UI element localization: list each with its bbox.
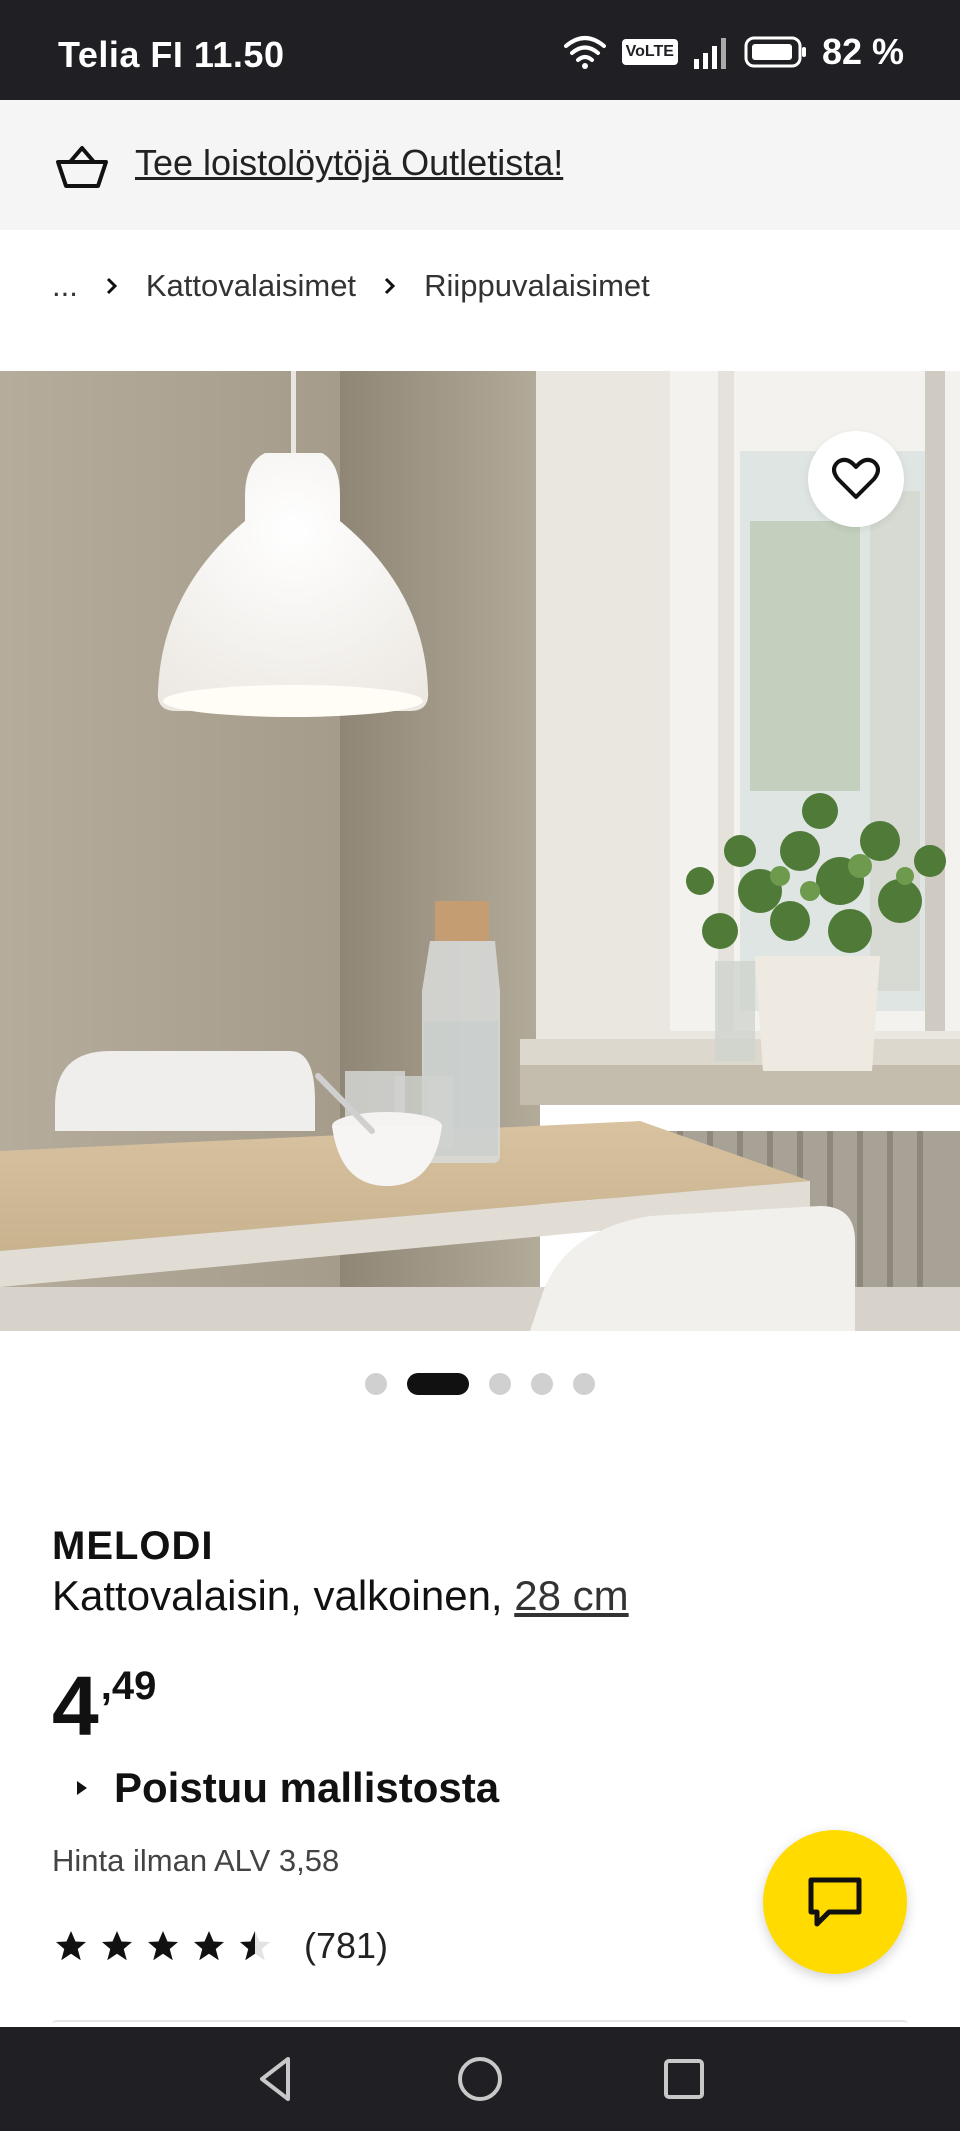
- system-navigation-bar: [0, 2027, 960, 2131]
- breadcrumb-item-pendant-lamps[interactable]: Riippuvalaisimet: [424, 268, 650, 304]
- outlet-promo-link[interactable]: Tee loistolöytöjä Outletista!: [135, 142, 563, 184]
- heart-icon: [832, 457, 880, 499]
- breadcrumb-ellipsis[interactable]: ...: [52, 268, 78, 304]
- status-icons: VoLTE 82 %: [562, 31, 904, 72]
- caret-right-icon: [77, 1781, 87, 1795]
- product-description: Kattovalaisin, valkoinen, 28 cm: [52, 1572, 629, 1620]
- battery-percent: 82 %: [821, 31, 904, 72]
- product-type: Kattovalaisin, valkoinen,: [52, 1572, 503, 1619]
- gallery-dot[interactable]: [365, 1373, 387, 1395]
- chat-button[interactable]: [763, 1830, 907, 1974]
- signal-icon: [693, 38, 726, 69]
- shopping-basket-icon: [56, 146, 108, 188]
- breadcrumb: ... Kattovalaisimet Riippuvalaisimet: [52, 264, 650, 308]
- battery-icon: [744, 36, 806, 68]
- star-icon: [56, 1931, 86, 1961]
- review-count: (781): [304, 1925, 389, 1966]
- half-star-icon: [240, 1931, 270, 1961]
- wifi-icon: [563, 36, 606, 69]
- gallery-pagination: [0, 1372, 960, 1396]
- star-icon: [102, 1931, 132, 1961]
- product-price: 4 ,49: [52, 1664, 156, 1748]
- gallery-dot[interactable]: [573, 1373, 595, 1395]
- star-icon: [194, 1931, 224, 1961]
- product-photo: [0, 371, 960, 1331]
- recents-icon[interactable]: [658, 2053, 710, 2105]
- home-icon[interactable]: [454, 2053, 506, 2105]
- outlet-promo-banner[interactable]: Tee loistolöytöjä Outletista!: [0, 100, 960, 230]
- product-image-gallery[interactable]: [0, 371, 960, 1331]
- breadcrumb-item-ceiling-lamps[interactable]: Kattovalaisimet: [146, 268, 356, 304]
- star-icon: [148, 1931, 178, 1961]
- product-rating[interactable]: (781): [52, 1925, 388, 1967]
- gallery-dot[interactable]: [489, 1373, 511, 1395]
- volte-badge: VoLTE: [621, 39, 678, 65]
- chevron-right-icon: [385, 277, 396, 295]
- back-icon[interactable]: [250, 2053, 302, 2105]
- status-bar: Telia FI 11.50 VoLTE 82 %: [0, 0, 960, 100]
- gallery-dot-active[interactable]: [407, 1373, 469, 1395]
- chevron-right-icon: [106, 277, 117, 295]
- discontinued-toggle[interactable]: Poistuu mallistosta: [70, 1764, 499, 1812]
- price-integer: 4: [52, 1659, 99, 1753]
- favorite-button[interactable]: [808, 431, 904, 527]
- discontinued-label: Poistuu mallistosta: [114, 1764, 500, 1811]
- product-name: MELODI: [52, 1524, 214, 1568]
- product-size-link[interactable]: 28 cm: [514, 1572, 628, 1619]
- gallery-dot[interactable]: [531, 1373, 553, 1395]
- price-excl-vat: Hinta ilman ALV 3,58: [52, 1843, 340, 1878]
- chat-bubble-icon: [808, 1877, 862, 1927]
- carrier-time: Telia FI 11.50: [58, 34, 285, 75]
- price-decimal: ,49: [100, 1664, 157, 1708]
